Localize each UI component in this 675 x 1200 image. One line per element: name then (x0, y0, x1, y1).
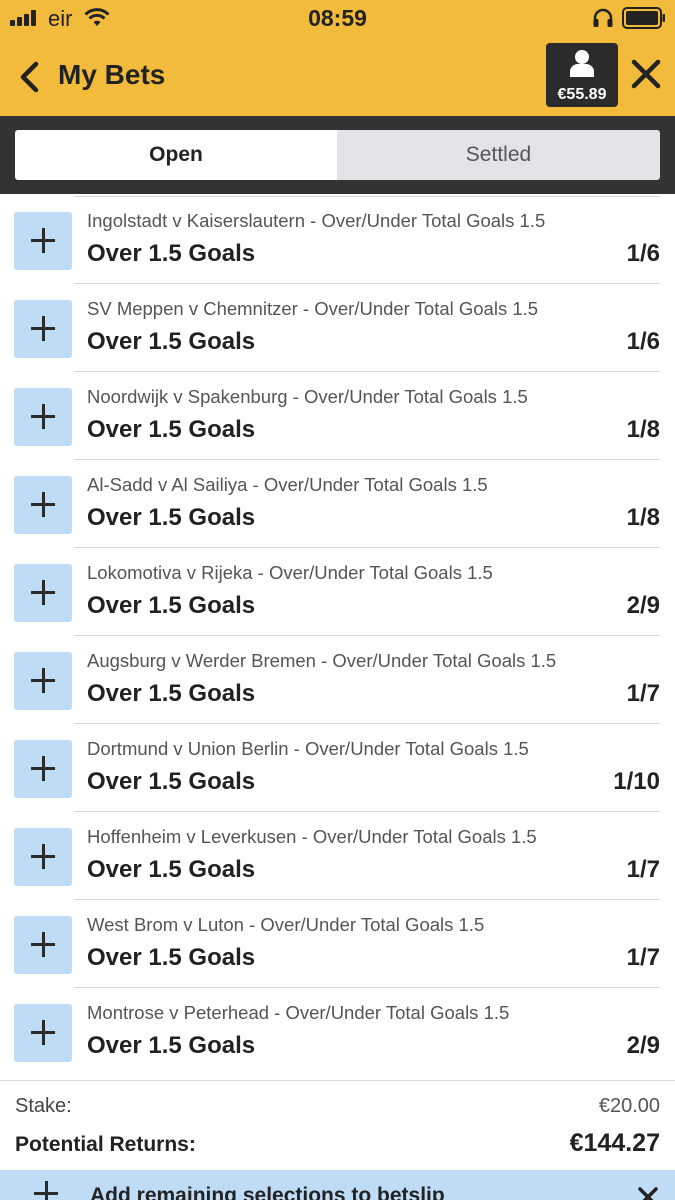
add-to-betslip-button[interactable] (14, 740, 72, 798)
bet-item: Al-Sadd v Al Sailiya - Over/Under Total … (0, 460, 675, 548)
stake-value: €20.00 (598, 1095, 660, 1117)
bet-odds: 2/9 (626, 1032, 660, 1059)
bet-item: Montrose v Peterhead - Over/Under Total … (0, 988, 675, 1076)
close-icon[interactable] (637, 1186, 659, 1200)
close-icon[interactable] (630, 58, 662, 90)
bet-selection: Over 1.5 Goals (87, 416, 256, 443)
account-balance-button[interactable]: €55.89 (546, 43, 618, 107)
bet-selection: Over 1.5 Goals (87, 856, 256, 883)
clock: 08:59 (308, 5, 367, 31)
bet-selection: Over 1.5 Goals (87, 328, 256, 355)
add-to-betslip-button[interactable] (14, 1004, 72, 1062)
bet-odds: 1/7 (626, 856, 660, 883)
bet-event-name: Dortmund v Union Berlin - Over/Under Tot… (87, 738, 529, 759)
bet-odds: 1/8 (626, 504, 660, 531)
bet-selection: Over 1.5 Goals (87, 240, 256, 267)
bet-selection: Over 1.5 Goals (87, 944, 256, 971)
bet-item: Hoffenheim v Leverkusen - Over/Under Tot… (0, 812, 675, 900)
tabs-bar: Open Settled (0, 116, 675, 194)
bet-item: Ingolstadt v Kaiserslautern - Over/Under… (0, 196, 675, 284)
bet-event-name: SV Meppen v Chemnitzer - Over/Under Tota… (87, 298, 539, 319)
bet-event-name: Noordwijk v Spakenburg - Over/Under Tota… (87, 386, 528, 407)
bet-item: Noordwijk v Spakenburg - Over/Under Tota… (0, 372, 675, 460)
header: My Bets €55.89 (0, 38, 675, 116)
add-to-betslip-button[interactable] (14, 652, 72, 710)
bet-item: SV Meppen v Chemnitzer - Over/Under Tota… (0, 284, 675, 372)
balance-amount: €55.89 (557, 86, 607, 103)
stake-label: Stake: (15, 1095, 72, 1117)
headphones-icon (593, 8, 613, 27)
add-to-betslip-button[interactable] (14, 564, 72, 622)
bet-item: West Brom v Luton - Over/Under Total Goa… (0, 900, 675, 988)
bet-event-name: Al-Sadd v Al Sailiya - Over/Under Total … (87, 474, 488, 495)
bet-item: Lokomotiva v Rijeka - Over/Under Total G… (0, 548, 675, 636)
bet-odds: 1/10 (613, 768, 660, 795)
bet-selection: Over 1.5 Goals (87, 680, 256, 707)
bet-odds: 1/6 (626, 240, 660, 267)
page-title: My Bets (58, 59, 166, 90)
add-to-betslip-button[interactable] (14, 476, 72, 534)
tab-open[interactable]: Open (15, 130, 337, 180)
bet-odds: 1/7 (626, 944, 660, 971)
bet-event-name: Hoffenheim v Leverkusen - Over/Under Tot… (87, 826, 537, 847)
bet-odds: 2/9 (626, 592, 660, 619)
status-bar: eir 08:59 (0, 0, 675, 38)
bet-event-name: Augsburg v Werder Bremen - Over/Under To… (87, 650, 557, 671)
potential-returns-value: €144.27 (569, 1129, 660, 1157)
bet-event-name: Ingolstadt v Kaiserslautern - Over/Under… (87, 210, 546, 231)
tab-settled[interactable]: Settled (337, 130, 660, 180)
battery-icon (622, 7, 665, 29)
add-to-betslip-button[interactable] (14, 828, 72, 886)
bet-event-name: Montrose v Peterhead - Over/Under Total … (87, 1002, 510, 1023)
bet-selection: Over 1.5 Goals (87, 768, 256, 795)
back-chevron-icon[interactable] (16, 60, 42, 94)
bet-item: Augsburg v Werder Bremen - Over/Under To… (0, 636, 675, 724)
bet-summary: Stake: €20.00 Potential Returns: €144.27 (0, 1080, 675, 1171)
bet-odds: 1/7 (626, 680, 660, 707)
add-remaining-selections-label: Add remaining selections to betslip (90, 1184, 445, 1200)
bet-selection: Over 1.5 Goals (87, 504, 256, 531)
add-to-betslip-button[interactable] (14, 212, 72, 270)
add-to-betslip-button[interactable] (14, 300, 72, 358)
potential-returns-label: Potential Returns: (15, 1133, 196, 1156)
user-icon (570, 50, 594, 77)
bet-item: Dortmund v Union Berlin - Over/Under Tot… (0, 724, 675, 812)
bet-selection: Over 1.5 Goals (87, 1032, 256, 1059)
bet-odds: 1/8 (626, 416, 660, 443)
add-to-betslip-button[interactable] (14, 388, 72, 446)
add-remaining-selections-banner[interactable]: Add remaining selections to betslip (0, 1170, 675, 1200)
bet-event-name: Lokomotiva v Rijeka - Over/Under Total G… (87, 562, 493, 583)
bet-selection: Over 1.5 Goals (87, 592, 256, 619)
bet-odds: 1/6 (626, 328, 660, 355)
add-to-betslip-button[interactable] (14, 916, 72, 974)
bet-event-name: West Brom v Luton - Over/Under Total Goa… (87, 914, 485, 935)
